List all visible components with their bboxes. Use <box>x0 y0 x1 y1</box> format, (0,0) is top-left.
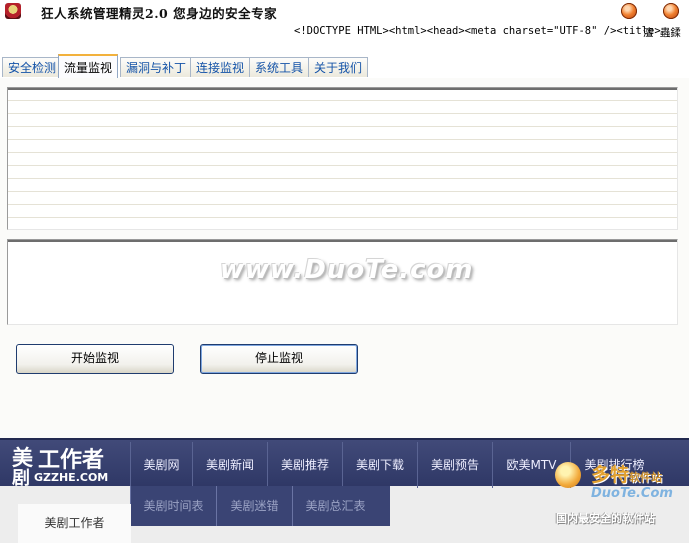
tab-security-check[interactable]: 安全检测 <box>2 57 63 77</box>
banner-nav-item[interactable]: 美剧下载 <box>342 442 417 488</box>
html-source-text: <!DOCTYPE HTML><html><head><meta charset… <box>294 25 661 37</box>
banner-logo-domain: GZZHE.COM <box>34 471 109 484</box>
duote-watermark: www.DuoTe.com <box>220 255 474 285</box>
web-banner: 美 剧 工作者 GZZHE.COM 美剧网 美剧新闻 美剧推荐 美剧下载 美剧预… <box>0 438 689 543</box>
banner-nav-bar: 美 剧 工作者 GZZHE.COM 美剧网 美剧新闻 美剧推荐 美剧下载 美剧预… <box>0 438 689 489</box>
tab-system-tools[interactable]: 系统工具 <box>249 57 310 77</box>
banner-crumb[interactable]: 美剧工作者 <box>18 504 131 543</box>
duote-logo-name: 多特软件站 <box>591 460 662 487</box>
minimize-button[interactable] <box>621 3 637 19</box>
duote-logo-name-cn: 多特 <box>591 464 630 486</box>
tab-connection-monitor[interactable]: 连接监视 <box>190 57 251 77</box>
title-bar: 狂人系统管理精灵2.0 您身边的安全专家 <box>0 0 689 24</box>
duote-mascot-icon <box>555 462 581 488</box>
banner-nav-item[interactable]: 美剧预告 <box>417 442 492 488</box>
html-source-strip: <!DOCTYPE HTML><html><head><meta charset… <box>0 24 689 40</box>
tab-about-us[interactable]: 关于我们 <box>308 57 369 77</box>
banner-nav-item[interactable]: 美剧推荐 <box>267 442 342 488</box>
tab-vulnerabilities-patches[interactable]: 漏洞与补丁 <box>120 57 193 77</box>
banner-logo-char-2: 剧 <box>12 468 30 489</box>
tab-bar: 安全检测 流量监视 漏洞与补丁 连接监视 系统工具 关于我们 <box>0 54 689 79</box>
stop-monitor-button[interactable]: 停止监视 <box>200 344 358 374</box>
banner-nav-item[interactable]: 美剧网 <box>130 442 192 488</box>
window-title: 狂人系统管理精灵2.0 您身边的安全专家 <box>41 6 278 21</box>
start-monitor-button[interactable]: 开始监视 <box>16 344 174 374</box>
banner-subnav-item[interactable]: 美剧时间表 <box>130 486 216 526</box>
traffic-list[interactable] <box>7 87 678 230</box>
app-icon <box>5 3 21 19</box>
banner-subnav-item[interactable]: 美剧总汇表 <box>292 486 378 526</box>
html-source-garbled: 澶 蟲鍒 <box>643 27 681 39</box>
banner-nav-item[interactable]: 美剧新闻 <box>192 442 267 488</box>
banner-subnav-item[interactable]: 美剧迷错 <box>216 486 292 526</box>
app-window: 狂人系统管理精灵2.0 您身边的安全专家 <!DOCTYPE HTML><htm… <box>0 0 689 543</box>
tab-traffic-monitor[interactable]: 流量监视 <box>58 54 119 78</box>
duote-slogan: 国内最安全的软件站 <box>556 512 655 525</box>
duote-logo-name-suffix: 软件站 <box>629 471 663 484</box>
duote-logo-domain: DuoTe.Com <box>591 486 673 501</box>
banner-logo-title: 工作者 <box>38 448 105 473</box>
close-button[interactable] <box>663 3 679 19</box>
